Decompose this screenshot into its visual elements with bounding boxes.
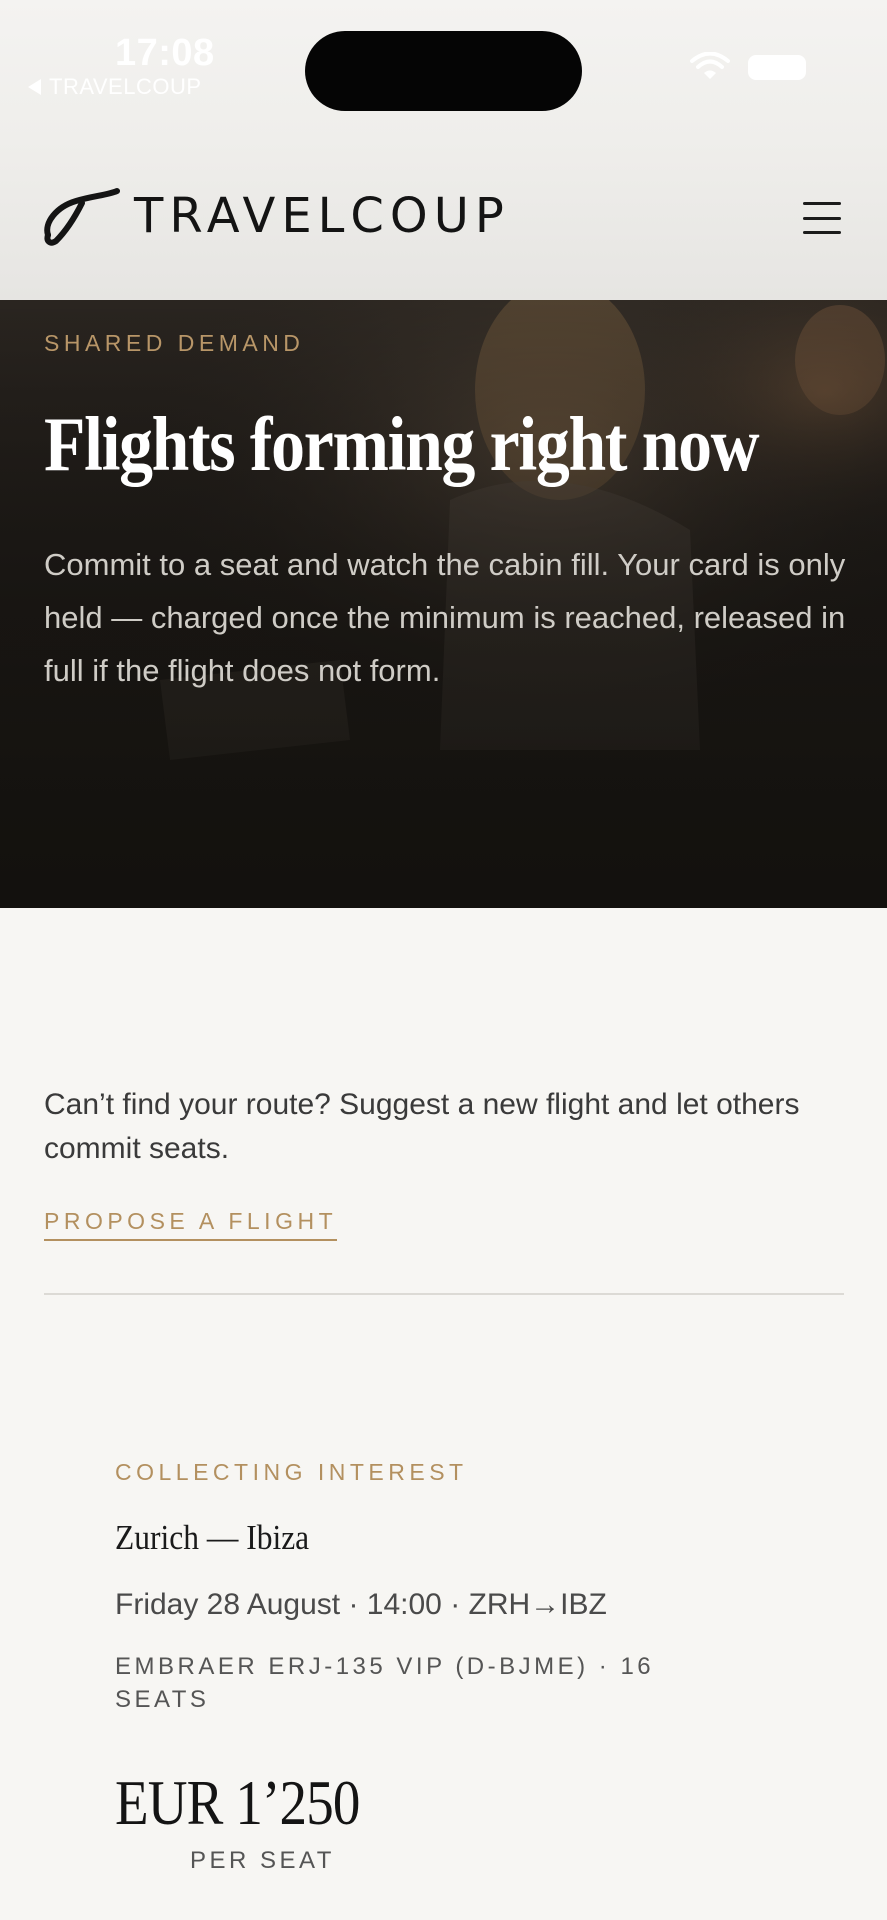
propose-prompt: Can’t find your route? Suggest a new fli…	[44, 1088, 800, 1165]
wifi-icon	[690, 52, 730, 79]
flight-status-label: COLLECTING INTEREST	[115, 1459, 468, 1485]
back-to-app-button[interactable]: TRAVELCOUP	[28, 74, 202, 100]
back-arrow-icon	[28, 79, 41, 95]
dynamic-island	[305, 31, 582, 111]
status-icons	[690, 52, 806, 82]
logo-mark-icon	[44, 188, 120, 246]
hero-eyebrow: SHARED DEMAND	[44, 330, 305, 356]
battery-icon	[748, 54, 806, 80]
brand-logo[interactable]: TRAVELCOUP	[42, 185, 510, 247]
price-unit: PER SEAT	[190, 1847, 335, 1874]
flight-price: EUR 1’250	[115, 1767, 360, 1838]
section-divider	[44, 1293, 844, 1295]
hero-description: Commit to a seat and watch the cabin fil…	[44, 547, 846, 688]
propose-flight-link[interactable]: PROPOSE A FLIGHT	[44, 1208, 338, 1241]
back-app-label: TRAVELCOUP	[49, 74, 202, 99]
flight-route: Zurich — Ibiza	[115, 1518, 310, 1557]
flight-meta: Friday 28 August · 14:00 · ZRH→IBZ	[115, 1588, 607, 1621]
hero-section: SHARED DEMAND Flights forming right now …	[0, 300, 887, 908]
hero-title: Flights forming right now	[44, 401, 760, 487]
app-header: 17:08 TRAVELCOUP TRAVELCOUP	[0, 0, 887, 300]
menu-icon	[803, 202, 841, 205]
flight-aircraft: EMBRAER ERJ-135 VIP (D-BJME) · 16 SEATS	[115, 1653, 655, 1713]
brand-name: TRAVELCOUP	[134, 188, 510, 244]
menu-button[interactable]	[799, 198, 845, 238]
status-time: 17:08	[115, 32, 215, 74]
